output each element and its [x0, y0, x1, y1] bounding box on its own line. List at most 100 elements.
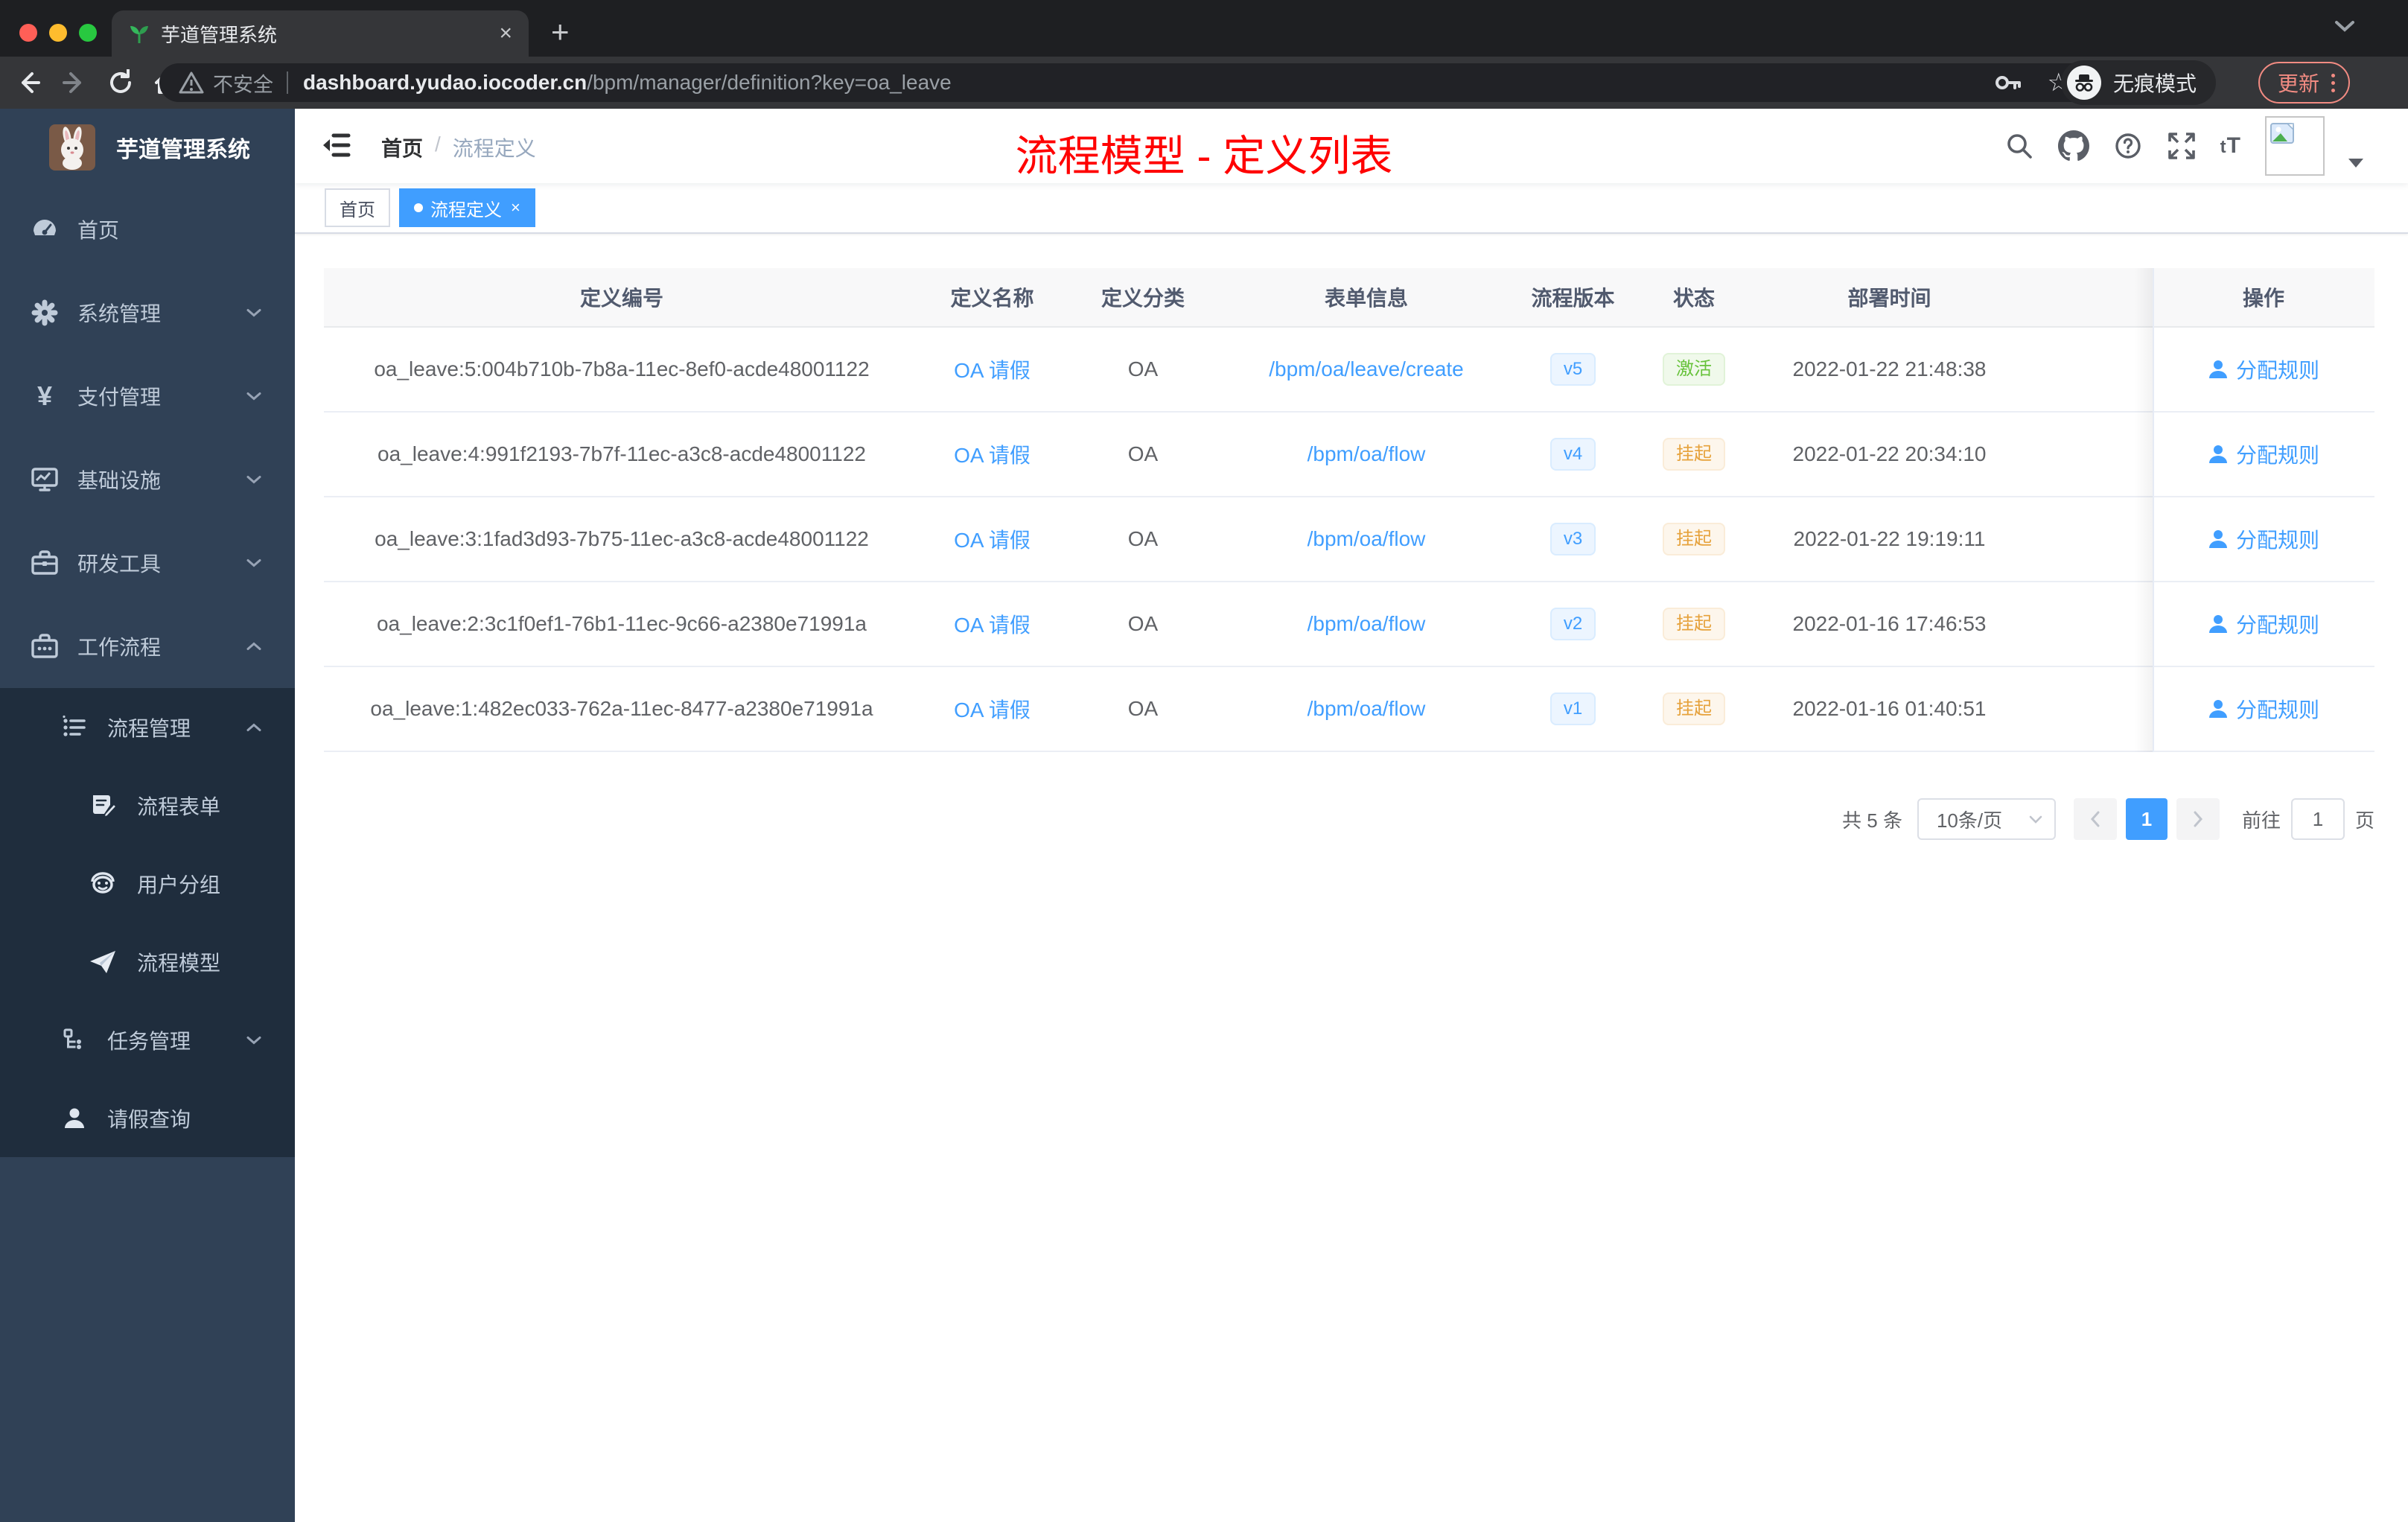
- assign-rule-button[interactable]: 分配规则: [2208, 609, 2319, 639]
- sidebar-item-process-model[interactable]: 流程模型: [0, 923, 295, 1001]
- table-row: oa_leave:1:482ec033-762a-11ec-8477-a2380…: [324, 667, 2374, 752]
- prev-page-button[interactable]: [2073, 798, 2117, 840]
- browser-tab[interactable]: 芋道管理系统 ×: [112, 10, 529, 57]
- app-title: 芋道管理系统: [116, 138, 250, 162]
- close-window-button[interactable]: [19, 24, 37, 42]
- definition-name-link[interactable]: OA 请假: [954, 439, 1031, 469]
- tab-close-icon[interactable]: ×: [499, 22, 512, 45]
- incognito-icon: [2066, 66, 2101, 100]
- definition-name-link[interactable]: OA 请假: [954, 524, 1031, 554]
- avatar[interactable]: [2265, 116, 2325, 176]
- password-key-icon[interactable]: [1993, 68, 2022, 98]
- version-badge: v5: [1549, 353, 1596, 386]
- col-header-status: 状态: [1672, 287, 1715, 310]
- chrome-menu-icon[interactable]: [2331, 73, 2335, 92]
- definition-table: 定义编号 定义名称 定义分类 表单信息 流程版本 状态 部署时间 操作 oa_l…: [324, 268, 2374, 752]
- page-unit-label: 页: [2354, 809, 2374, 832]
- sidebar-menu: 首页 系统管理 ¥ 支付管理 基础设施 研发工具 工作流程 流程管理 流程表单 …: [0, 186, 295, 1157]
- pagination-total: 共 5 条: [1842, 809, 1902, 832]
- definition-category: OA: [1127, 612, 1159, 635]
- form-link[interactable]: /bpm/oa/leave/create: [1269, 357, 1464, 381]
- status-badge: 挂起: [1663, 438, 1725, 471]
- deploy-time: 2022-01-16 17:46:53: [1792, 612, 1987, 635]
- deploy-time: 2022-01-22 19:19:11: [1793, 527, 1986, 550]
- deploy-time: 2022-01-16 01:40:51: [1792, 697, 1987, 720]
- sidebar-item-task-mgmt[interactable]: 任务管理: [0, 1001, 295, 1079]
- version-badge: v2: [1549, 608, 1596, 640]
- definition-name-link[interactable]: OA 请假: [954, 354, 1031, 384]
- deploy-time: 2022-01-22 20:34:10: [1792, 442, 1987, 465]
- update-button[interactable]: 更新: [2258, 62, 2350, 104]
- goto-label: 前往: [2241, 809, 2281, 832]
- window-controls[interactable]: [19, 24, 97, 42]
- sidebar-item-process-form[interactable]: 流程表单: [0, 766, 295, 844]
- security-warning-icon[interactable]: [179, 71, 204, 95]
- assign-rule-button[interactable]: 分配规则: [2208, 694, 2319, 724]
- sidebar-item-system[interactable]: 系统管理: [0, 271, 295, 354]
- chevron-up-icon: [246, 642, 262, 652]
- help-icon[interactable]: [2113, 131, 2143, 161]
- user-group-icon: [88, 871, 118, 897]
- form-link[interactable]: /bpm/oa/flow: [1307, 442, 1426, 466]
- workflow-icon: [30, 633, 60, 660]
- sidebar-item-leave-query[interactable]: 请假查询: [0, 1079, 295, 1157]
- assign-rule-button[interactable]: 分配规则: [2208, 439, 2319, 469]
- zoom-window-button[interactable]: [79, 24, 97, 42]
- version-badge: v3: [1549, 523, 1596, 555]
- paper-plane-icon: [88, 949, 118, 975]
- browser-tab-strip: 芋道管理系统 × +: [0, 0, 2408, 57]
- url-bar[interactable]: 不安全 dashboard.yudao.iocoder.cn /bpm/mana…: [159, 63, 2089, 102]
- current-page-button[interactable]: 1: [2125, 798, 2167, 840]
- form-link[interactable]: /bpm/oa/flow: [1307, 697, 1426, 721]
- forward-icon[interactable]: [60, 68, 89, 98]
- breadcrumb-current: 流程定义: [452, 137, 536, 160]
- tag-process-definition[interactable]: 流程定义 ×: [399, 188, 535, 227]
- search-icon[interactable]: [2004, 131, 2034, 161]
- form-link[interactable]: /bpm/oa/flow: [1307, 612, 1426, 636]
- definition-name-link[interactable]: OA 请假: [954, 694, 1031, 724]
- font-size-icon[interactable]: tT: [2220, 133, 2241, 159]
- sidebar-item-workflow[interactable]: 工作流程: [0, 605, 295, 688]
- tab-search-caret-icon[interactable]: [2334, 19, 2356, 33]
- user-icon: [2208, 615, 2227, 633]
- assign-rule-button[interactable]: 分配规则: [2208, 354, 2319, 384]
- tag-home[interactable]: 首页: [325, 188, 390, 227]
- person-icon: [60, 1106, 89, 1131]
- chevron-down-icon: [246, 475, 262, 485]
- sidebar-item-process-mgmt[interactable]: 流程管理: [0, 688, 295, 766]
- sidebar-item-infra[interactable]: 基础设施: [0, 438, 295, 521]
- sidebar-item-payment[interactable]: ¥ 支付管理: [0, 354, 295, 438]
- workflow-submenu: 流程管理 流程表单 用户分组 流程模型 任务管理 请假查询: [0, 688, 295, 1157]
- chevron-down-icon: [246, 1035, 262, 1045]
- new-tab-button[interactable]: +: [551, 16, 570, 48]
- chevron-down-icon: [246, 558, 262, 568]
- goto-page-input[interactable]: 1: [2290, 798, 2345, 840]
- incognito-label: 无痕模式: [2112, 72, 2197, 95]
- security-label[interactable]: 不安全: [213, 69, 273, 98]
- minimize-window-button[interactable]: [49, 24, 67, 42]
- form-link[interactable]: /bpm/oa/flow: [1307, 527, 1426, 551]
- sidebar-item-user-group[interactable]: 用户分组: [0, 844, 295, 923]
- chevron-down-icon: [246, 308, 262, 318]
- next-page-button[interactable]: [2176, 798, 2220, 840]
- table-header-row: 定义编号 定义名称 定义分类 表单信息 流程版本 状态 部署时间 操作: [324, 268, 2374, 328]
- sidebar-logo[interactable]: 芋道管理系统: [0, 109, 295, 186]
- caret-down-icon[interactable]: [2348, 159, 2363, 168]
- back-icon[interactable]: [13, 68, 43, 98]
- definition-name-link[interactable]: OA 请假: [954, 609, 1031, 639]
- tag-close-icon[interactable]: ×: [511, 198, 520, 217]
- assign-rule-button[interactable]: 分配规则: [2208, 524, 2319, 554]
- main-panel: 首页 / 流程定义 流程模型 - 定义列表 tT 首页 流程定义 × 定义编号 …: [295, 109, 2408, 1522]
- favicon-plant-icon: [128, 22, 150, 45]
- page-size-select[interactable]: 10条/页: [1917, 798, 2056, 840]
- table-row: oa_leave:4:991f2193-7b7f-11ec-a3c8-acde4…: [324, 413, 2374, 497]
- breadcrumb-home[interactable]: 首页: [381, 133, 423, 162]
- hamburger-icon[interactable]: [320, 130, 351, 161]
- breadcrumb: 首页 / 流程定义: [381, 133, 536, 162]
- github-icon[interactable]: [2057, 130, 2089, 162]
- sidebar-item-devtools[interactable]: 研发工具: [0, 521, 295, 605]
- sidebar-item-home[interactable]: 首页: [0, 188, 295, 271]
- fullscreen-icon[interactable]: [2167, 131, 2197, 161]
- update-label[interactable]: 更新: [2278, 68, 2319, 98]
- reload-icon[interactable]: [106, 68, 136, 98]
